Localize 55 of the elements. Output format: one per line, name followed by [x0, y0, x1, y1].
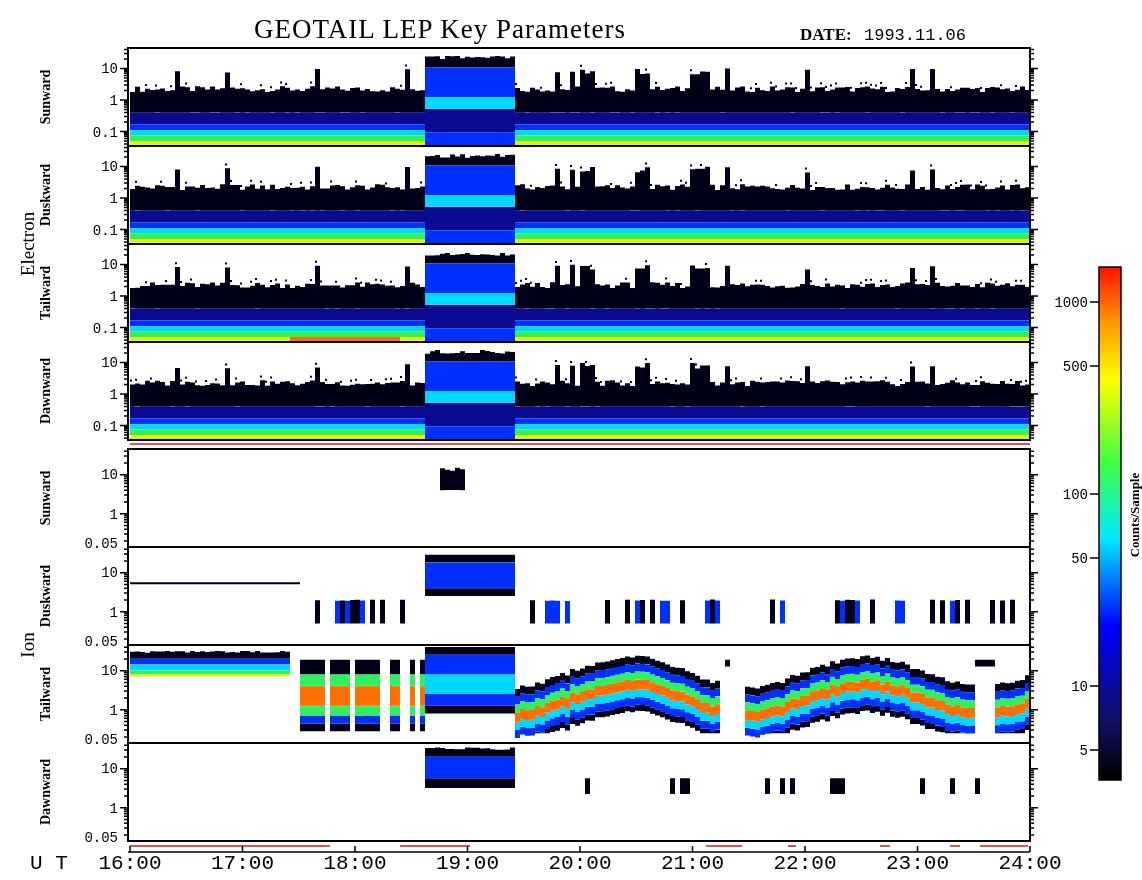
time-tick-label: 21:00	[661, 852, 724, 875]
colorbar-label: Counts/Sample	[1127, 472, 1142, 558]
date-label: DATE:	[800, 25, 852, 44]
tick-label: 1	[109, 800, 118, 817]
colorbar-tick-label: 50	[1071, 551, 1088, 567]
tick-label: 1	[109, 288, 118, 305]
colorbar-tick-label: 500	[1062, 359, 1088, 375]
time-tick-label: 19:00	[436, 852, 499, 875]
time-tick-label: 17:00	[211, 852, 274, 875]
panel-label: Sunward	[38, 69, 53, 125]
tick-label: 10	[101, 761, 118, 778]
tick-label: 1	[109, 604, 118, 621]
tick-label: 0.1	[92, 418, 118, 435]
panel-label: Dawnward	[38, 357, 53, 425]
section-label: Electron	[17, 211, 38, 277]
colorbar-tick-label: 100	[1062, 487, 1088, 503]
colorbar-tick-label: 1000	[1054, 295, 1088, 311]
tick-label: 0.1	[92, 124, 118, 141]
section-label: Ion	[17, 632, 38, 658]
date-value: 1993.11.06	[864, 26, 967, 45]
plot-title: GEOTAIL LEP Key Parameters	[254, 14, 626, 44]
tick-label: 0.05	[84, 634, 118, 651]
panel-label: Tailward	[38, 667, 53, 721]
tick-label: 1	[109, 386, 118, 403]
time-tick-label: 22:00	[773, 852, 837, 875]
tick-label: 1	[109, 702, 118, 719]
time-tick-label: 24:00	[998, 852, 1062, 875]
tick-label: 10	[101, 354, 118, 371]
spectrogram-drawing	[440, 467, 465, 491]
panel-label: Duskward	[38, 564, 53, 628]
tick-label: 0.05	[84, 830, 118, 847]
tick-label: 0.05	[84, 536, 118, 553]
panel-label: Tailward	[38, 266, 53, 320]
tick-label: 0.1	[92, 320, 118, 337]
tick-label: 10	[101, 158, 118, 175]
colorbar-tick-label: 5	[1079, 743, 1088, 759]
colorbar-tick-label: 10	[1071, 679, 1088, 695]
tick-label: 10	[101, 467, 118, 484]
tick-label: 10	[101, 663, 118, 680]
tick-label: 1	[109, 506, 118, 523]
panel-label: Dawnward	[38, 758, 53, 826]
tick-label: 0.05	[84, 732, 118, 749]
panel-label: Sunward	[38, 470, 53, 526]
panel-label: Duskward	[38, 163, 53, 227]
tick-label: 10	[101, 565, 118, 582]
tick-label: 1	[109, 92, 118, 109]
time-tick-label: 23:00	[886, 852, 949, 875]
tick-label: 10	[101, 256, 118, 273]
time-tick-label: 18:00	[323, 852, 387, 875]
tick-label: 0.1	[92, 222, 118, 239]
tick-label: 10	[101, 60, 118, 77]
time-tick-label: 20:00	[548, 852, 612, 875]
time-tick-label: 16:00	[98, 852, 162, 875]
tick-label: 1	[109, 190, 118, 207]
axis-label: U T	[30, 852, 68, 875]
